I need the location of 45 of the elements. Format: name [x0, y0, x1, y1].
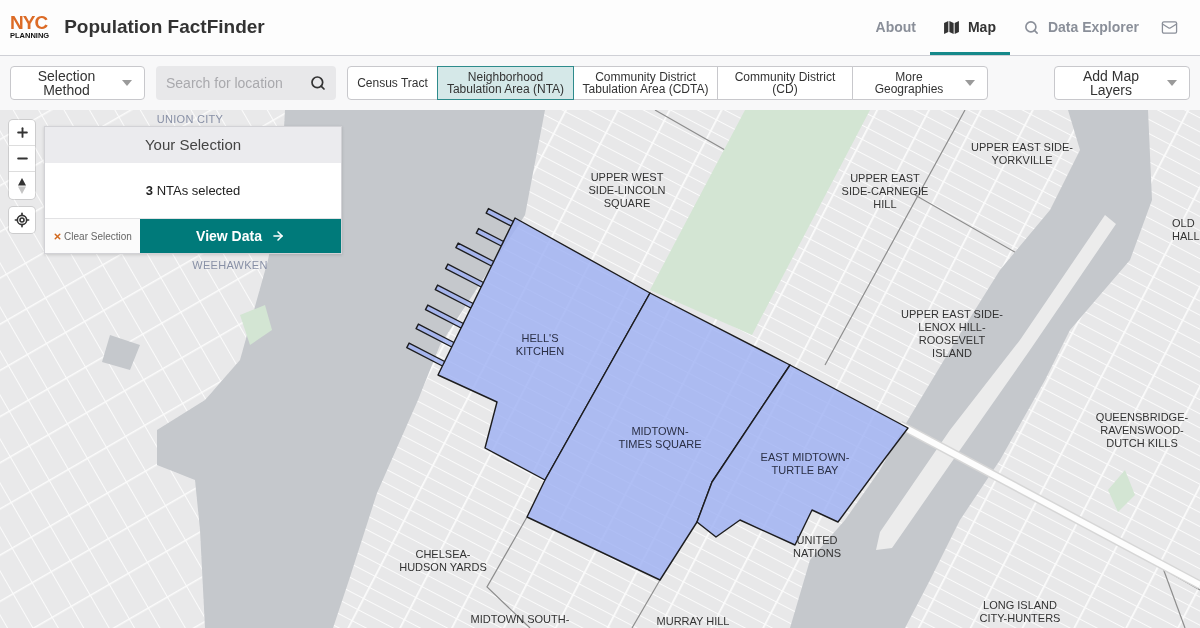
- selection-summary: 3 NTAs selected: [144, 181, 242, 200]
- neighborhood-label: UNITED NATIONS: [792, 534, 842, 560]
- geography-tab[interactable]: More Geographies: [852, 66, 988, 100]
- neighborhood-label: MURRAY HILL: [656, 615, 730, 628]
- caret-icon: [965, 80, 975, 86]
- selection-panel-title: Your Selection: [45, 127, 341, 163]
- add-map-layers-dropdown[interactable]: Add Map Layers: [1054, 66, 1190, 100]
- pond: [102, 335, 140, 370]
- geography-tab[interactable]: Census Tract: [347, 66, 438, 100]
- selection-method-dropdown[interactable]: Selection Method: [10, 66, 145, 100]
- search-icon: [1023, 20, 1039, 35]
- neighborhood-label: UPPER EAST SIDE-CARNEGIE HILL: [841, 172, 929, 211]
- locate-icon: [14, 212, 30, 228]
- park-area: [1108, 470, 1135, 512]
- search-field[interactable]: Search for location: [156, 66, 336, 100]
- neighborhood-label: CHELSEA- HUDSON YARDS: [399, 548, 487, 574]
- x-icon: [53, 231, 63, 241]
- caret-icon: [122, 80, 132, 86]
- mail-icon: [1161, 19, 1178, 36]
- park-area: [240, 305, 272, 345]
- geography-tab[interactable]: Neighborhood Tabulation Area (NTA): [437, 66, 574, 100]
- neighborhood-label: OLD HALL: [1172, 217, 1200, 243]
- plus-icon: [14, 125, 30, 140]
- view-data-button[interactable]: View Data: [140, 219, 341, 253]
- town-label: UNION CITY: [156, 113, 224, 126]
- neighborhood-label: HELL'S KITCHEN: [515, 332, 565, 358]
- town-label: WEEHAWKEN: [192, 259, 268, 272]
- neighborhood-label: MIDTOWN SOUTH-: [470, 613, 570, 626]
- app-title: Population FactFinder: [64, 15, 265, 40]
- neighborhood-label: UPPER EAST SIDE- YORKVILLE: [971, 141, 1073, 167]
- neighborhood-label: MIDTOWN- TIMES SQUARE: [618, 425, 702, 451]
- caret-icon: [1167, 80, 1177, 86]
- geography-tab[interactable]: Community District (CD): [717, 66, 853, 100]
- neighborhood-label: UPPER WEST SIDE-LINCOLN SQUARE: [588, 171, 666, 210]
- clear-selection-button[interactable]: Clear Selection: [45, 219, 140, 253]
- map-icon: [943, 21, 959, 34]
- locate-button[interactable]: [9, 207, 35, 233]
- compass-icon: [18, 177, 26, 194]
- neighborhood-label: UPPER EAST SIDE- LENOX HILL- ROOSEVELT ISLAND: [901, 308, 1003, 360]
- neighborhood-label: QUEENSBRIDGE- RAVENSWOOD- DUTCH KILLS: [1095, 411, 1189, 450]
- search-icon: [310, 75, 326, 91]
- neighborhood-label: LONG ISLAND CITY-HUNTERS: [979, 599, 1061, 625]
- arrow-right-icon: [270, 229, 285, 243]
- neighborhood-label: EAST MIDTOWN- TURTLE BAY: [760, 451, 850, 477]
- geography-tab[interactable]: Community District Tabulation Area (CDTA): [573, 66, 718, 100]
